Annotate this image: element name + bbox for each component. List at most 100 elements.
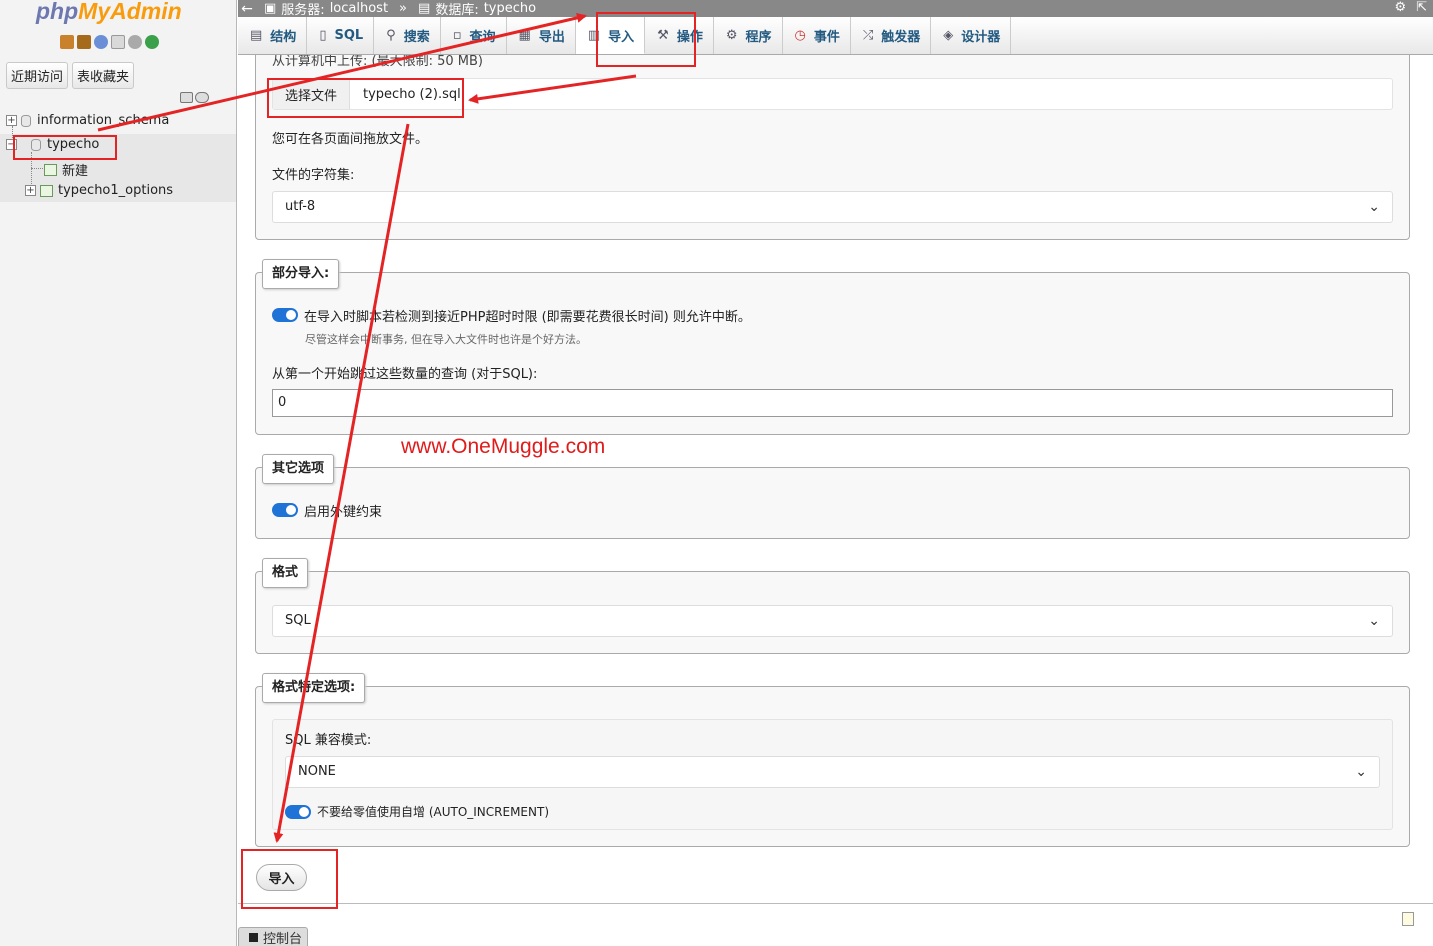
tab-sql[interactable]: ▯ SQL — [307, 17, 375, 54]
tab-search[interactable]: ⚲ 搜索 — [374, 17, 441, 54]
charset-value: utf-8 — [285, 199, 316, 214]
new-table-icon — [44, 163, 57, 176]
db-name[interactable]: information_schema — [37, 113, 169, 128]
tab-routines[interactable]: ⚙ 程序 — [714, 17, 783, 54]
partial-import-legend: 部分导入: — [262, 259, 340, 289]
logout-icon[interactable] — [77, 35, 91, 49]
tab-query[interactable]: ▫ 查询 — [441, 17, 507, 54]
format-options-fieldset: 格式特定选项: SQL 兼容模式: NONE ⌄ 不要给零值使用自增 (AUTO… — [255, 673, 1410, 847]
tab-designer[interactable]: ◈ 设计器 — [931, 17, 1012, 54]
logo-php-text: php — [36, 0, 79, 24]
settings-gear-icon[interactable] — [128, 35, 142, 49]
tab-label: 事件 — [813, 30, 840, 45]
export-icon: ▦ — [518, 28, 531, 43]
tab-triggers[interactable]: ⤮ 触发器 — [851, 17, 932, 54]
tab-label: 查询 — [469, 30, 496, 45]
routines-icon: ⚙ — [725, 28, 738, 43]
main-tabs: ▤ 结构 ▯ SQL ⚲ 搜索 ▫ 查询 ▦ 导出 ▥ 导入 ⚒ 操作 ⚙ 程序 ◷ 事件 ⤮ 触发… — [238, 17, 1433, 55]
logo-myadmin-text: MyAdmin — [78, 0, 182, 24]
console-toggle[interactable]: 控制台 — [238, 927, 308, 946]
designer-icon: ◈ — [943, 28, 954, 43]
collapse-top-icon[interactable]: ⇱ — [1416, 0, 1427, 15]
structure-icon: ▤ — [250, 28, 263, 43]
settings-gear-icon[interactable]: ⚙ — [1394, 0, 1406, 15]
drag-drop-hint: 您可在各页面间拖放文件。 — [272, 132, 429, 147]
tree-item-typecho1-options[interactable]: + typecho1_options — [25, 183, 173, 198]
tab-label: 触发器 — [881, 30, 921, 45]
format-options-legend: 格式特定选项: — [262, 673, 366, 703]
format-fieldset: 格式 SQL ⌄ — [255, 558, 1410, 654]
foreign-key-toggle[interactable] — [272, 503, 298, 517]
partial-import-fieldset: 部分导入: 在导入时脚本若检测到接近PHP超时时限 (即需要花费很长时间) 则允… — [255, 259, 1410, 435]
server-link[interactable]: localhost — [330, 1, 388, 16]
tab-events[interactable]: ◷ 事件 — [783, 17, 851, 54]
table-name[interactable]: typecho1_options — [58, 183, 173, 198]
expand-icon[interactable]: + — [25, 185, 36, 196]
triggers-icon: ⤮ — [862, 28, 874, 43]
allow-interrupt-hint: 尽管这样会中断事务, 但在导入大文件时也许是个好方法。 — [305, 333, 587, 346]
breadcrumb-bar: ← ▣ 服务器: localhost » ▤ 数据库: typecho ⚙ ⇱ — [238, 0, 1433, 18]
tab-label: 导出 — [538, 30, 565, 45]
tab-label: 程序 — [745, 30, 772, 45]
database-link[interactable]: typecho — [484, 1, 536, 16]
allow-interrupt-toggle[interactable] — [272, 308, 298, 322]
watermark-text: www.OneMuggle.com — [401, 435, 606, 458]
footer-divider — [238, 903, 1433, 904]
home-icon[interactable] — [60, 35, 74, 49]
tab-label: 结构 — [270, 30, 297, 45]
reload-icon[interactable] — [145, 35, 159, 49]
allow-interrupt-label: 在导入时脚本若检测到接近PHP超时时限 (即需要花费很长时间) 则允许中断。 — [304, 310, 751, 325]
tab-structure[interactable]: ▤ 结构 — [238, 17, 308, 54]
console-icon — [249, 932, 258, 942]
nav-quick-buttons: 近期访问 表收藏夹 — [6, 62, 135, 89]
expand-icon[interactable]: + — [6, 115, 17, 126]
tree-item-information-schema[interactable]: + information_schema — [6, 113, 169, 128]
database-label: 数据库: — [435, 3, 479, 18]
table-icon — [40, 184, 53, 197]
new-table-label[interactable]: 新建 — [62, 160, 88, 179]
skip-queries-input[interactable]: 0 — [272, 389, 1393, 417]
no-auto-increment-label: 不要给零值使用自增 (AUTO_INCREMENT) — [317, 805, 550, 819]
recent-button[interactable]: 近期访问 — [6, 62, 69, 89]
charset-select[interactable]: utf-8 ⌄ — [272, 191, 1393, 223]
upload-limit-label: 从计算机中上传: (最大限制: 50 MB) — [272, 55, 483, 69]
tree-connector — [31, 168, 43, 169]
docs-icon[interactable] — [111, 35, 125, 49]
tab-label: SQL — [334, 28, 364, 43]
other-options-fieldset: 其它选项 启用外键约束 — [255, 454, 1410, 539]
import-page: 从计算机中上传: (最大限制: 50 MB) 选择文件 typecho (2).… — [238, 55, 1433, 946]
nav-icon-bar — [60, 35, 159, 49]
search-icon: ⚲ — [386, 28, 396, 43]
server-icon: ▣ — [264, 1, 277, 16]
back-arrow-icon[interactable]: ← — [238, 1, 256, 17]
tree-item-new-table[interactable]: 新建 — [44, 160, 88, 179]
collapse-all-icon[interactable] — [180, 92, 193, 103]
format-legend: 格式 — [262, 558, 309, 588]
help-icon[interactable] — [94, 35, 108, 49]
chevron-down-icon: ⌄ — [1368, 613, 1380, 629]
annotation-box-file — [267, 78, 464, 118]
server-label: 服务器: — [281, 3, 325, 18]
events-icon: ◷ — [794, 28, 806, 43]
annotation-box-database — [13, 135, 117, 160]
tree-controls — [180, 92, 209, 103]
tab-export[interactable]: ▦ 导出 — [507, 17, 576, 54]
console-label: 控制台 — [263, 931, 303, 946]
chevron-down-icon: ⌄ — [1355, 764, 1367, 780]
database-icon — [21, 114, 31, 127]
database-icon: ▤ — [418, 1, 431, 16]
tab-label: 搜索 — [403, 30, 430, 45]
page-settings-icon[interactable] — [1402, 912, 1414, 926]
format-value: SQL — [285, 613, 311, 628]
annotation-box-import-button — [241, 849, 338, 909]
link-with-main-icon[interactable] — [195, 92, 209, 103]
tab-label: 设计器 — [961, 30, 1001, 45]
other-options-legend: 其它选项 — [262, 454, 335, 484]
skip-queries-label: 从第一个开始跳过这些数量的查询 (对于SQL): — [272, 367, 538, 382]
sql-compat-select[interactable]: NONE ⌄ — [285, 756, 1380, 788]
phpmyadmin-logo[interactable]: phpMyAdmin — [36, 0, 182, 25]
format-select[interactable]: SQL ⌄ — [272, 605, 1393, 637]
no-auto-increment-toggle[interactable] — [285, 805, 311, 819]
favorites-button[interactable]: 表收藏夹 — [72, 62, 135, 89]
charset-label: 文件的字符集: — [272, 168, 355, 183]
